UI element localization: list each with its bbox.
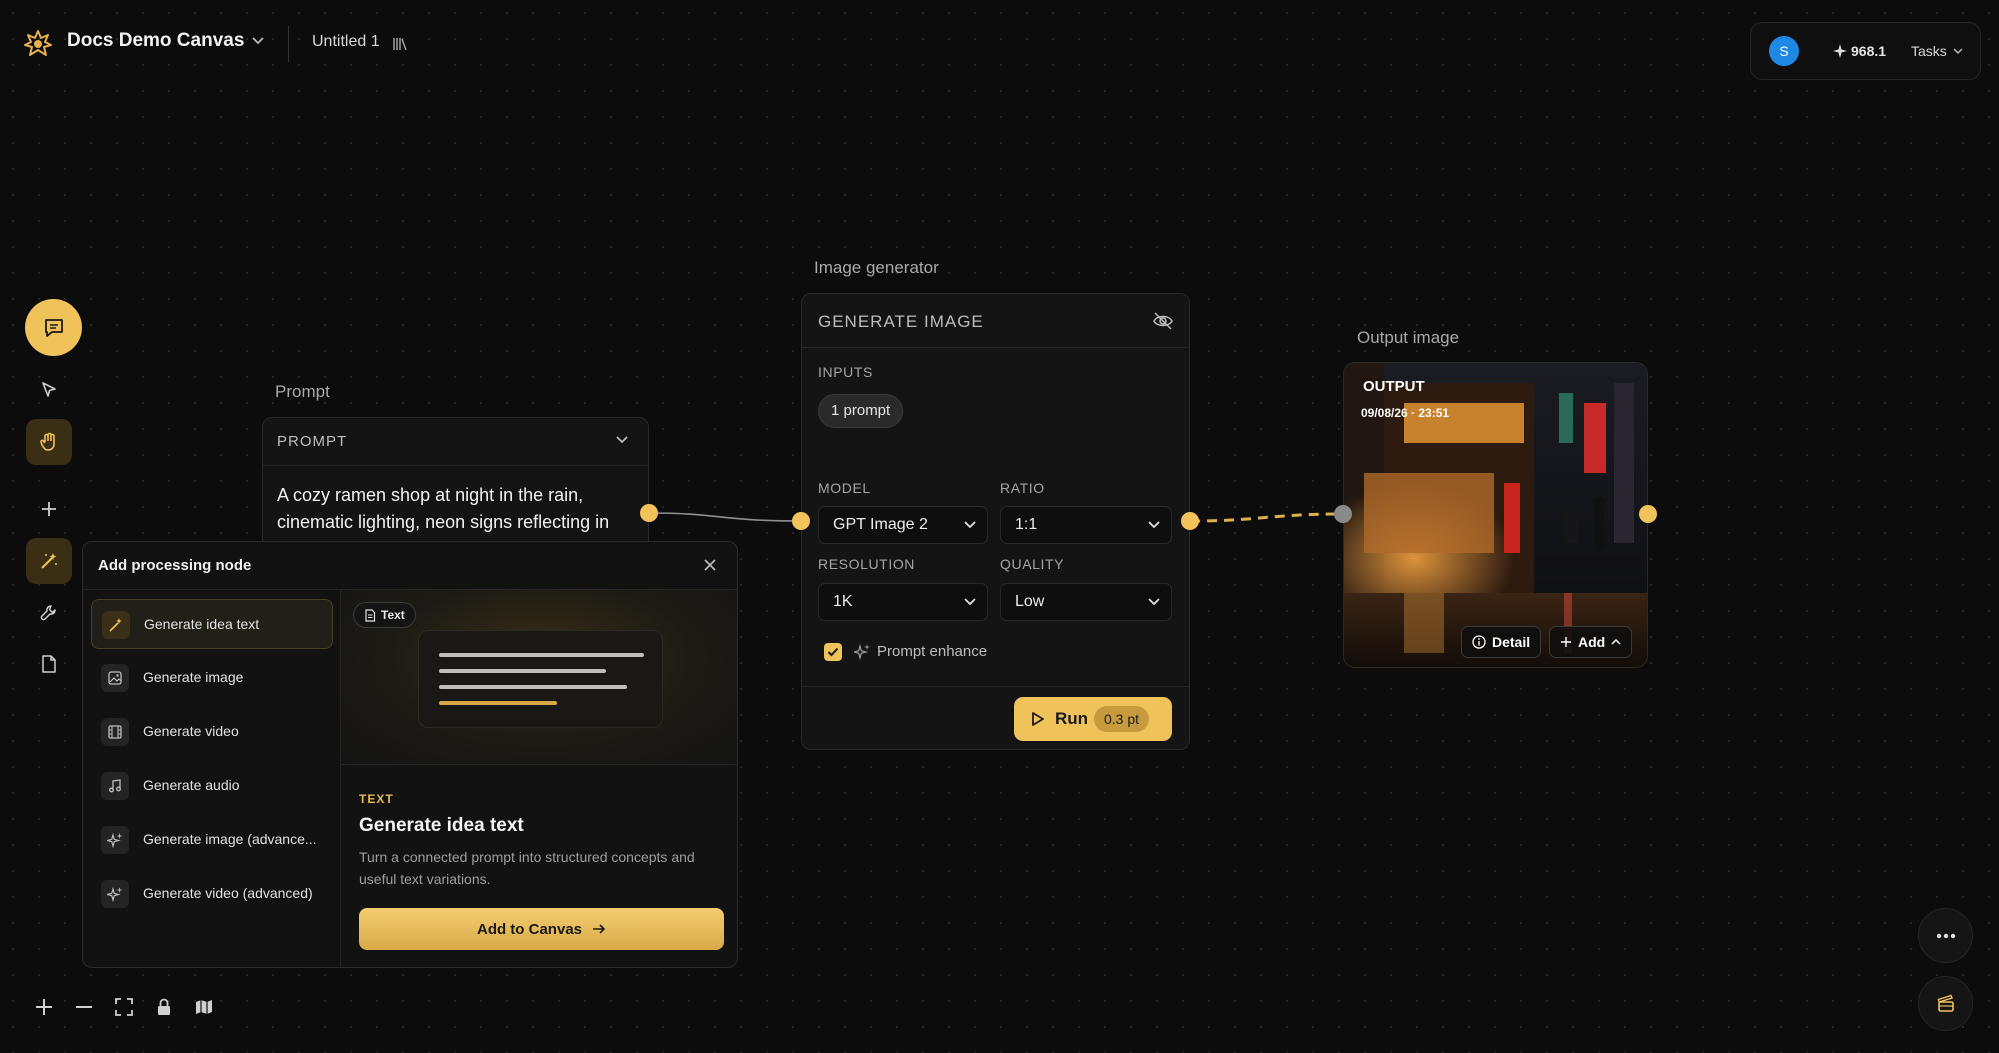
detail-description: Turn a connected prompt into structured …	[359, 849, 695, 887]
list-item-generate-idea-text[interactable]: Generate idea text	[91, 599, 333, 649]
add-processing-node-panel: Add processing node Generate idea text G…	[82, 541, 738, 968]
panel-title: Add processing node	[98, 557, 252, 574]
ratio-select[interactable]: 1:1	[1000, 506, 1172, 544]
ratio-label: RATIO	[1000, 480, 1045, 496]
chevron-down-icon[interactable]	[615, 435, 629, 445]
prompt-node-header: PROMPT	[263, 418, 648, 466]
fit-view-button[interactable]	[108, 991, 140, 1023]
resolution-label: RESOLUTION	[818, 556, 916, 572]
preview-type-tag: Text	[353, 602, 416, 628]
add-to-canvas-label: Add to Canvas	[476, 920, 582, 938]
eye-off-icon[interactable]	[1152, 311, 1174, 331]
music-note-icon	[101, 772, 129, 800]
generator-node-title: GENERATE IMAGE	[818, 312, 984, 331]
quality-value: Low	[1015, 593, 1045, 610]
arrow-right-icon	[593, 924, 606, 934]
prompt-output-port[interactable]	[640, 504, 658, 522]
model-label: MODEL	[818, 480, 871, 496]
list-item-label: Generate idea text	[144, 616, 260, 632]
divider	[802, 686, 1189, 687]
prompt-enhance-checkbox[interactable]	[824, 643, 842, 661]
list-item-generate-audio[interactable]: Generate audio	[91, 761, 333, 811]
list-item-generate-video[interactable]: Generate video	[91, 707, 333, 757]
output-node-label: Output image	[1357, 328, 1460, 347]
node-preview: Text	[341, 590, 737, 765]
sparkle-icon	[854, 643, 870, 661]
chevron-down-icon	[963, 597, 977, 607]
detail-button[interactable]: Detail	[1461, 626, 1542, 658]
add-to-canvas-button[interactable]: Add to Canvas	[359, 908, 724, 950]
output-badge: OUTPUT	[1363, 378, 1425, 395]
run-button[interactable]: Run 0.3 pt	[1014, 697, 1172, 741]
list-item-label: Generate audio	[143, 777, 240, 793]
run-label: Run	[1055, 709, 1089, 728]
preview-tag-label: Text	[381, 608, 405, 622]
detail-title: Generate idea text	[359, 815, 524, 836]
minimap-button[interactable]	[188, 991, 220, 1023]
list-item-generate-image[interactable]: Generate image	[91, 653, 333, 703]
quality-select[interactable]: Low	[1000, 583, 1172, 621]
clapperboard-icon	[1937, 994, 1954, 1012]
quality-label: QUALITY	[1000, 556, 1065, 572]
output-image-node[interactable]: OUTPUT 09/08/26 · 23:51 Detail Add	[1343, 362, 1648, 668]
output-timestamp: 09/08/26 · 23:51	[1361, 406, 1450, 420]
document-icon	[365, 608, 376, 622]
generator-output-port[interactable]	[1181, 512, 1199, 530]
add-label: Add	[1578, 634, 1606, 650]
list-item-label: Generate image (advance...	[143, 831, 317, 847]
prompt-node-title: PROMPT	[277, 433, 348, 450]
lock-button[interactable]	[148, 991, 180, 1023]
detail-label: Detail	[1492, 634, 1531, 650]
play-icon	[1030, 711, 1046, 727]
prompt-input-chip[interactable]: 1 prompt	[818, 394, 904, 428]
chevron-down-icon	[963, 520, 977, 530]
more-options-button[interactable]	[1918, 908, 1973, 963]
model-value: GPT Image 2	[833, 516, 928, 533]
list-item-label: Generate video (advanced)	[143, 885, 313, 901]
run-cost-badge: 0.3 pt	[1094, 706, 1150, 732]
image-icon	[101, 664, 129, 692]
close-icon[interactable]	[703, 558, 717, 572]
zoom-in-button[interactable]	[28, 991, 60, 1023]
zoom-out-button[interactable]	[68, 991, 100, 1023]
ratio-value: 1:1	[1015, 516, 1038, 533]
model-select[interactable]: GPT Image 2	[818, 506, 988, 544]
list-item-label: Generate video	[143, 723, 239, 739]
more-horizontal-icon	[1936, 933, 1955, 938]
node-type-list: Generate idea text Generate image Genera…	[83, 590, 341, 967]
film-icon	[101, 718, 129, 746]
resolution-value: 1K	[833, 593, 853, 610]
detail-kicker: TEXT	[359, 792, 394, 806]
info-icon	[1472, 635, 1486, 649]
add-button[interactable]: Add	[1549, 626, 1633, 658]
chevron-down-icon	[1147, 520, 1161, 530]
resolution-select[interactable]: 1K	[818, 583, 988, 621]
list-item-label: Generate image	[143, 669, 244, 685]
sparkle-icon	[101, 826, 129, 854]
generator-node-header: GENERATE IMAGE	[802, 294, 1189, 348]
text-preview-card	[418, 630, 663, 728]
prompt-node-label: Prompt	[275, 382, 330, 401]
clapperboard-button[interactable]	[1918, 976, 1973, 1031]
panel-header: Add processing node	[83, 542, 737, 590]
generator-node-label: Image generator	[814, 258, 939, 277]
inputs-label: INPUTS	[818, 364, 873, 380]
magic-wand-icon	[102, 611, 130, 639]
image-generator-node[interactable]: GENERATE IMAGE INPUTS 1 prompt MODEL RAT…	[801, 293, 1190, 750]
chevron-up-icon	[1611, 638, 1621, 645]
plus-icon	[1561, 637, 1571, 647]
list-item-generate-video-advanced[interactable]: Generate video (advanced)	[91, 869, 333, 919]
sparkle-icon	[101, 880, 129, 908]
generator-input-port[interactable]	[792, 512, 810, 530]
output-output-port[interactable]	[1639, 505, 1657, 523]
list-item-generate-image-advanced[interactable]: Generate image (advance...	[91, 815, 333, 865]
output-input-port[interactable]	[1334, 505, 1352, 523]
prompt-enhance-label: Prompt enhance	[877, 643, 988, 660]
chevron-down-icon	[1147, 597, 1161, 607]
